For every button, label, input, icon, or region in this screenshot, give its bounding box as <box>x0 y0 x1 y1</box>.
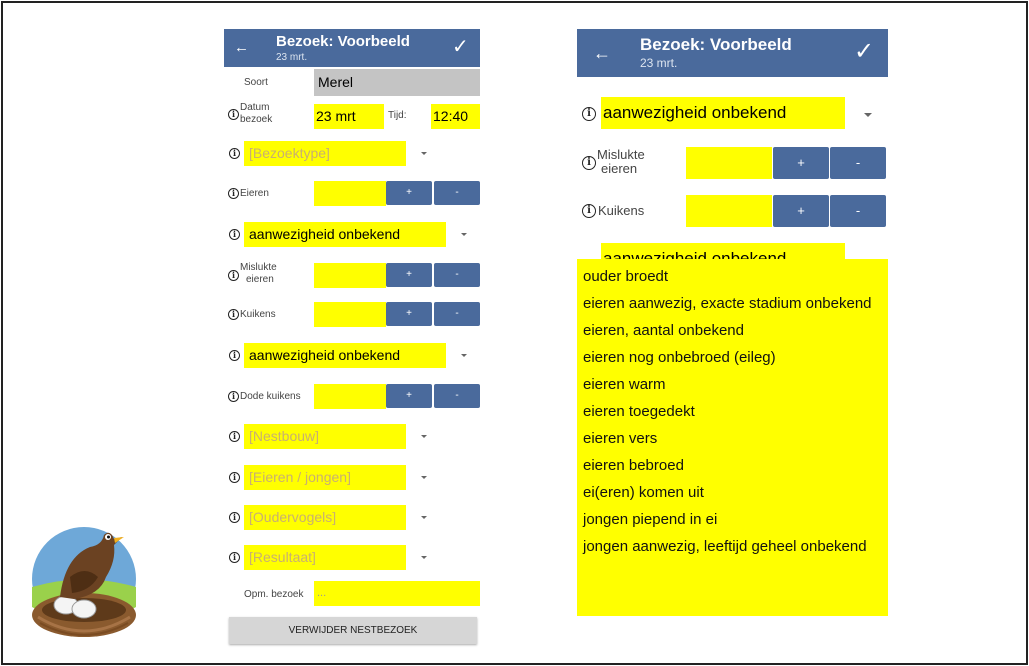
aanwezigheid-dropdown-list[interactable]: ouder broedt eieren aanwezig, exacte stad… <box>577 259 888 616</box>
dropdown-option[interactable]: eieren vers <box>577 421 888 448</box>
info-icon[interactable]: i <box>229 431 240 442</box>
dode-kuikens-plus-button[interactable]: + <box>386 384 432 408</box>
delete-nestbezoek-button[interactable]: VERWIJDER NESTBEZOEK <box>229 617 477 644</box>
caret-down-icon[interactable] <box>421 516 427 519</box>
dropdown-option[interactable]: eieren bebroed <box>577 448 888 475</box>
caret-down-icon[interactable] <box>421 435 427 438</box>
datum-label-line2: bezoek <box>240 114 273 125</box>
back-arrow-icon[interactable]: ← <box>593 43 611 64</box>
eieren-plus-button[interactable]: + <box>386 181 432 205</box>
caret-down-icon[interactable] <box>864 113 872 117</box>
caret-down-icon[interactable] <box>461 354 467 357</box>
caret-down-icon[interactable] <box>461 233 467 236</box>
info-icon[interactable]: i <box>229 350 240 361</box>
soort-field[interactable]: Merel <box>314 69 480 96</box>
caret-down-icon[interactable] <box>421 152 427 155</box>
nestbouw-select[interactable]: [Nestbouw] <box>244 424 406 449</box>
opm-bezoek-input[interactable]: ... <box>314 581 480 606</box>
dode-kuikens-label: Dode kuikens <box>240 391 301 402</box>
eieren-field[interactable] <box>314 181 386 206</box>
tijd-field[interactable]: 12:40 <box>431 104 480 129</box>
dropdown-option[interactable]: jongen piepend in ei <box>577 502 888 529</box>
kuikens-field[interactable] <box>686 195 772 227</box>
info-icon[interactable]: i <box>582 204 596 218</box>
dropdown-option[interactable]: eieren, aantal onbekend <box>577 313 888 340</box>
kuikens-plus-button[interactable]: + <box>386 302 432 326</box>
header-title: Bezoek: Voorbeeld <box>640 35 792 54</box>
kuikens-minus-button[interactable]: - <box>830 195 886 227</box>
kuikens-minus-button[interactable]: - <box>434 302 480 326</box>
info-icon[interactable]: i <box>228 109 239 120</box>
header-title: Bezoek: Voorbeeld <box>276 33 410 50</box>
dropdown-option[interactable]: eieren aanwezig, exacte stadium onbekend <box>577 286 888 313</box>
mislukte-label-line2: eieren <box>246 274 274 285</box>
info-icon[interactable]: i <box>228 188 239 199</box>
bezoektype-select[interactable]: [Bezoektype] <box>244 141 406 166</box>
bird-nest-logo <box>32 527 136 637</box>
header-subtitle: 23 mrt. <box>640 56 678 70</box>
datum-field[interactable]: 23 mrt <box>314 104 384 129</box>
oudervogels-select[interactable]: [Oudervogels] <box>244 505 406 530</box>
info-icon[interactable]: i <box>229 148 240 159</box>
mislukte-minus-button[interactable]: - <box>830 147 886 179</box>
kuikens-field[interactable] <box>314 302 386 327</box>
dode-kuikens-minus-button[interactable]: - <box>434 384 480 408</box>
back-arrow-icon[interactable]: ← <box>234 39 249 56</box>
mislukte-field[interactable] <box>314 263 386 288</box>
info-icon[interactable]: i <box>229 229 240 240</box>
tijd-label: Tijd: <box>388 110 407 121</box>
info-icon[interactable]: i <box>229 472 240 483</box>
aanwezigheid-select[interactable]: aanwezigheid onbekend <box>244 343 446 368</box>
mislukte-label-line1: Mislukte <box>240 262 277 273</box>
eieren-minus-button[interactable]: - <box>434 181 480 205</box>
aanwezigheid-select[interactable]: aanwezigheid onbekend <box>244 222 446 247</box>
kuikens-label: Kuikens <box>598 203 645 218</box>
kuikens-label: Kuikens <box>240 309 276 320</box>
datum-label-line1: Datum <box>240 102 270 113</box>
info-icon[interactable]: i <box>228 391 239 402</box>
info-icon[interactable]: i <box>582 107 596 121</box>
aanwezigheid-partial-text: aanwezigheid onbekend <box>603 249 787 259</box>
mislukte-plus-button[interactable]: + <box>386 263 432 287</box>
app-header: ← Bezoek: Voorbeeld 23 mrt. ✓ <box>224 29 480 67</box>
dropdown-option[interactable]: ouder broedt <box>577 259 888 286</box>
info-icon[interactable]: i <box>229 552 240 563</box>
dropdown-option[interactable]: eieren nog onbebroed (eileg) <box>577 340 888 367</box>
mislukte-label-line2: eieren <box>601 161 638 176</box>
checkmark-icon[interactable]: ✓ <box>452 34 469 59</box>
app-header: ← Bezoek: Voorbeeld 23 mrt. ✓ <box>577 29 888 77</box>
mislukte-label-line1: Mislukte <box>597 147 645 162</box>
kuikens-plus-button[interactable]: + <box>773 195 829 227</box>
aanwezigheid-select[interactable]: aanwezigheid onbekend <box>601 97 845 129</box>
info-icon[interactable]: i <box>582 156 596 170</box>
info-icon[interactable]: i <box>228 309 239 320</box>
dropdown-option[interactable]: eieren toegedekt <box>577 394 888 421</box>
dropdown-option[interactable]: ei(eren) komen uit <box>577 475 888 502</box>
eieren-label: Eieren <box>240 188 269 199</box>
mislukte-field[interactable] <box>686 147 772 179</box>
checkmark-icon[interactable]: ✓ <box>854 37 874 66</box>
eieren-jongen-select[interactable]: [Eieren / jongen] <box>244 465 406 490</box>
dode-kuikens-field[interactable] <box>314 384 386 409</box>
dropdown-option[interactable]: eieren warm <box>577 367 888 394</box>
resultaat-select[interactable]: [Resultaat] <box>244 545 406 570</box>
aanwezigheid-select-partial[interactable]: aanwezigheid onbekend <box>601 243 845 259</box>
info-icon[interactable]: i <box>229 512 240 523</box>
soort-label: Soort <box>244 77 268 88</box>
caret-down-icon[interactable] <box>421 556 427 559</box>
opm-bezoek-label: Opm. bezoek <box>244 589 304 600</box>
caret-down-icon[interactable] <box>421 476 427 479</box>
info-icon[interactable]: i <box>228 270 239 281</box>
header-subtitle: 23 mrt. <box>276 52 308 63</box>
mislukte-plus-button[interactable]: + <box>773 147 829 179</box>
mislukte-minus-button[interactable]: - <box>434 263 480 287</box>
dropdown-option[interactable]: jongen aanwezig, leeftijd geheel onbeken… <box>577 529 888 556</box>
